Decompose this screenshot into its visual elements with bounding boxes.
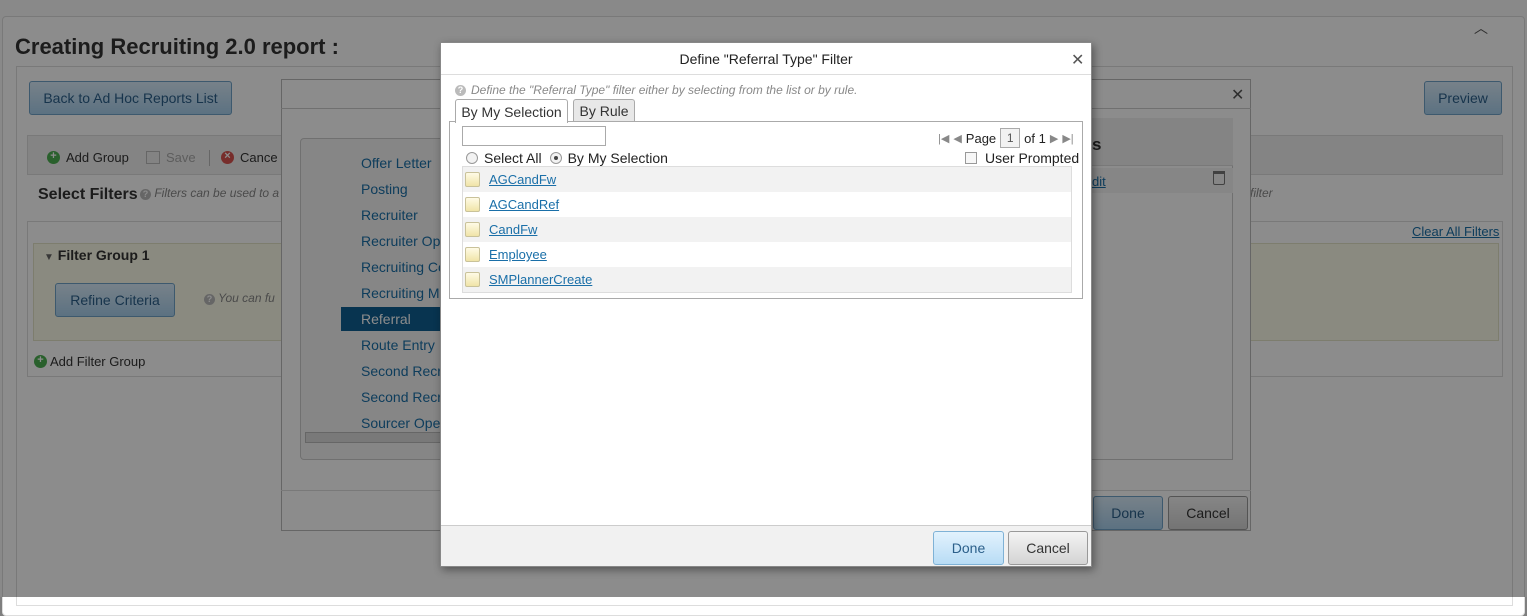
page-number-input[interactable]: 1: [1000, 128, 1021, 148]
list-item[interactable]: SMPlannerCreate: [463, 267, 1071, 292]
select-all-radio[interactable]: [466, 152, 478, 164]
cancel-button[interactable]: Cancel: [1008, 531, 1088, 565]
item-checkbox[interactable]: [465, 272, 480, 287]
item-label[interactable]: CandFw: [489, 222, 537, 237]
close-icon[interactable]: ✕: [1071, 50, 1084, 70]
tab-by-rule[interactable]: By Rule: [573, 99, 635, 122]
done-button[interactable]: Done: [933, 531, 1004, 565]
list-item[interactable]: CandFw: [463, 217, 1071, 242]
by-my-selection-label: By My Selection: [567, 150, 668, 166]
list-item[interactable]: AGCandFw: [463, 167, 1071, 192]
item-checkbox[interactable]: [465, 222, 480, 237]
user-prompted-label: User Prompted: [985, 150, 1080, 166]
help-icon: ?: [455, 84, 466, 96]
item-checkbox[interactable]: [465, 247, 480, 262]
dialog-title: Define "Referral Type" Filter: [441, 43, 1091, 75]
first-page-icon[interactable]: |◀: [938, 132, 949, 145]
item-label[interactable]: SMPlannerCreate: [489, 272, 592, 287]
selection-mode: Select All By My Selection: [466, 150, 668, 166]
search-input[interactable]: [462, 126, 606, 146]
list-item[interactable]: Employee: [463, 242, 1071, 267]
by-my-selection-radio[interactable]: [549, 152, 562, 164]
prev-page-icon[interactable]: ◀: [953, 132, 961, 145]
list-item[interactable]: AGCandRef: [463, 192, 1071, 217]
tab-by-my-selection[interactable]: By My Selection: [455, 99, 568, 123]
page-label: Page: [965, 130, 997, 146]
pager: |◀ ◀ Page 1 of 1 ▶ ▶|: [938, 128, 1074, 148]
user-prompted-checkbox[interactable]: [965, 152, 977, 164]
item-checkbox[interactable]: [465, 172, 480, 187]
dialog-help-text: ? Define the "Referral Type" filter eith…: [455, 83, 857, 97]
page-count: of 1: [1024, 130, 1046, 146]
last-page-icon[interactable]: ▶|: [1062, 132, 1073, 145]
item-label[interactable]: Employee: [489, 247, 547, 262]
next-page-icon[interactable]: ▶: [1050, 132, 1058, 145]
user-prompted-option: User Prompted: [965, 150, 1079, 166]
item-label[interactable]: AGCandRef: [489, 197, 559, 212]
item-label[interactable]: AGCandFw: [489, 172, 556, 187]
item-checkbox[interactable]: [465, 197, 480, 212]
select-all-label: Select All: [484, 150, 542, 166]
